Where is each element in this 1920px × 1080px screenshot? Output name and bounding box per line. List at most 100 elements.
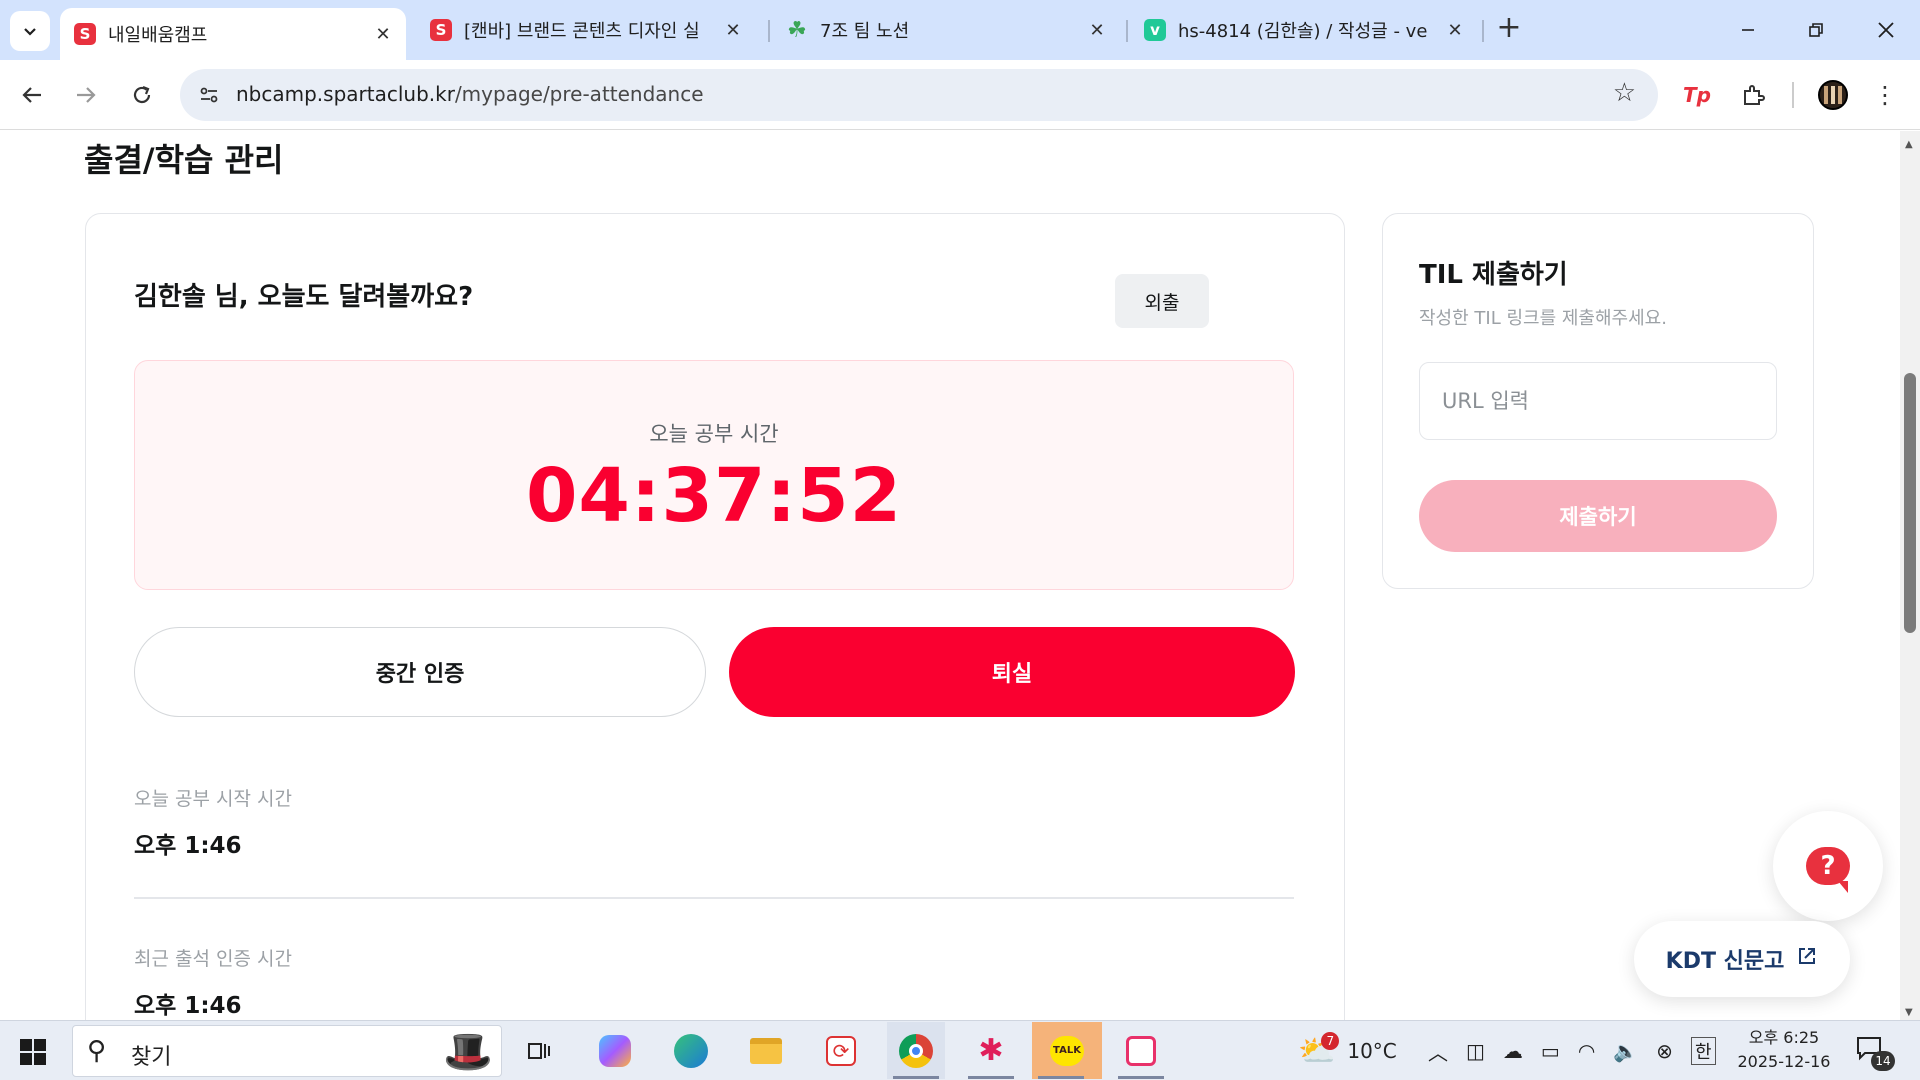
close-window-button[interactable] xyxy=(1856,8,1916,52)
recent-checkin-value: 오후 1:46 xyxy=(134,993,242,1019)
onedrive-off-icon[interactable]: ☁ xyxy=(1503,1039,1523,1063)
tab-notion[interactable]: ☘ 7조 팀 노션 ✕ xyxy=(772,8,1120,52)
extensions-puzzle-icon[interactable] xyxy=(1736,78,1770,112)
sparta-icon: S xyxy=(74,23,96,45)
page-content: 출결/학습 관리 김한솔 님, 오늘도 달려볼까요? 오늘 공부 시간 04:3… xyxy=(0,131,1900,1020)
chrome-icon[interactable] xyxy=(887,1022,945,1079)
new-tab-button[interactable]: + xyxy=(1494,13,1524,44)
mid-check-button[interactable]: 중간 인증 xyxy=(134,627,706,717)
external-link-icon xyxy=(1796,945,1818,973)
status-x-icon[interactable]: ⊗ xyxy=(1656,1039,1673,1063)
minimize-icon xyxy=(1742,29,1754,31)
scroll-up-icon[interactable]: ▲ xyxy=(1905,139,1913,150)
back-button[interactable] xyxy=(14,77,50,113)
clock-time: 오후 6:25 xyxy=(1748,1028,1820,1047)
reload-icon xyxy=(133,85,151,104)
windows-start-button[interactable] xyxy=(20,1039,46,1065)
clock-date: 2025-12-16 xyxy=(1737,1052,1831,1071)
sparta-icon: S xyxy=(430,19,452,41)
attendance-card: 김한솔 님, 오늘도 달려볼까요? 오늘 공부 시간 04:37:52 중간 인… xyxy=(85,213,1345,1020)
minimize-button[interactable] xyxy=(1718,8,1778,52)
url-domain: nbcamp.spartaclub.kr xyxy=(236,82,455,106)
toolbar-divider xyxy=(1792,82,1794,108)
til-submit-button[interactable]: 제출하기 xyxy=(1419,480,1777,552)
arrow-right-icon xyxy=(77,87,96,103)
search-highlight-image: 🎩 xyxy=(443,1029,493,1075)
tab-title: 7조 팀 노션 xyxy=(820,21,910,42)
tab-title: hs-4814 (김한솔) / 작성글 - ve xyxy=(1178,21,1428,42)
meet-now-icon[interactable]: ◫ xyxy=(1466,1039,1485,1063)
leave-button[interactable]: 퇴실 xyxy=(729,627,1295,717)
start-time-label: 오늘 공부 시작 시간 xyxy=(134,788,292,810)
weather-badge: 7 xyxy=(1321,1031,1340,1050)
tab-nbcamp[interactable]: S 내일배움캠프 ✕ xyxy=(60,8,406,60)
tab-title: [캔바] 브랜드 콘텐츠 디자인 실 xyxy=(464,21,700,42)
tab-close-icon[interactable]: ✕ xyxy=(720,17,746,43)
sync-app-icon[interactable]: ⟳ xyxy=(812,1022,870,1079)
reload-button[interactable] xyxy=(124,77,160,113)
page-scrollbar[interactable]: ▲ ▼ xyxy=(1900,131,1920,1020)
notification-center-button[interactable]: 14 xyxy=(1855,1035,1895,1071)
battery-icon[interactable]: ▭ xyxy=(1541,1039,1560,1063)
clover-icon: ☘ xyxy=(787,17,807,43)
section-divider xyxy=(134,897,1294,899)
weather-cloud-icon: ⛅ 7 xyxy=(1298,1031,1340,1069)
kdt-report-button[interactable]: KDT 신문고 xyxy=(1634,921,1850,997)
taskbar-search-box[interactable]: ⚲ 찾기 🎩 xyxy=(72,1025,502,1077)
address-bar[interactable]: nbcamp.spartaclub.kr/mypage/pre-attendan… xyxy=(180,69,1658,121)
site-info-icon[interactable] xyxy=(194,80,224,110)
taskbar-search-placeholder: 찾기 xyxy=(131,1045,172,1070)
timer-value: 04:37:52 xyxy=(525,453,903,539)
temperature-text: 10°C xyxy=(1347,1039,1397,1063)
task-view-icon[interactable] xyxy=(510,1022,568,1079)
help-chat-button[interactable]: ? xyxy=(1773,811,1883,921)
tab-close-icon[interactable]: ✕ xyxy=(1084,17,1110,43)
tab-velog[interactable]: v hs-4814 (김한솔) / 작성글 - ve ✕ xyxy=(1130,8,1478,52)
help-question-icon: ? xyxy=(1806,847,1850,893)
tab-search-button[interactable] xyxy=(10,11,50,51)
forward-button[interactable] xyxy=(68,77,104,113)
extension-tp-icon[interactable]: Tp xyxy=(1680,78,1714,112)
wifi-icon[interactable]: ◠ xyxy=(1578,1039,1595,1063)
timer-label: 오늘 공부 시간 xyxy=(649,422,779,446)
recent-checkin-label: 최근 출석 인증 시간 xyxy=(134,948,292,970)
close-icon xyxy=(1878,22,1894,38)
windows-taskbar: ⚲ 찾기 🎩 ⟳ ✱ TALK ⛅7 10°C ︿ ◫ ☁ ▭ ◠ 🔈 ⊗ 한 xyxy=(0,1020,1920,1080)
page-title: 출결/학습 관리 xyxy=(84,141,284,179)
tab-title: 내일배움캠프 xyxy=(108,25,208,46)
til-card: TIL 제출하기 작성한 TIL 링크를 제출해주세요. 제출하기 xyxy=(1382,213,1814,589)
search-icon: ⚲ xyxy=(87,1036,107,1066)
restore-button[interactable] xyxy=(1786,8,1846,52)
til-url-input[interactable] xyxy=(1419,362,1777,440)
arrow-left-icon xyxy=(22,87,41,103)
tab-separator xyxy=(768,20,770,42)
slack-icon[interactable]: ✱ xyxy=(962,1022,1020,1079)
greeting-text: 김한솔 님, 오늘도 달려볼까요? xyxy=(134,282,474,312)
volume-icon[interactable]: 🔈 xyxy=(1613,1039,1638,1063)
tab-canva[interactable]: S [캔바] 브랜드 콘텐츠 디자인 실 ✕ xyxy=(416,8,756,52)
system-tray: ︿ ◫ ☁ ▭ ◠ 🔈 ⊗ 한 xyxy=(1428,1021,1716,1080)
chevron-up-icon[interactable]: ︿ xyxy=(1428,1037,1448,1066)
copilot-icon[interactable] xyxy=(586,1022,644,1079)
velog-icon: v xyxy=(1144,19,1166,41)
tab-close-icon[interactable]: ✕ xyxy=(1442,17,1468,43)
outing-button[interactable]: 외출 xyxy=(1115,274,1209,328)
edge-icon[interactable] xyxy=(662,1022,720,1079)
kakaotalk-icon[interactable]: TALK xyxy=(1032,1022,1102,1079)
profile-avatar[interactable] xyxy=(1816,78,1850,112)
taskbar-clock[interactable]: 오후 6:25 2025-12-16 xyxy=(1735,1026,1833,1074)
tab-close-icon[interactable]: ✕ xyxy=(370,21,396,47)
bookmark-star-icon[interactable]: ☆ xyxy=(1613,78,1636,108)
ime-indicator[interactable]: 한 xyxy=(1690,1037,1716,1065)
tab-separator xyxy=(1482,20,1484,42)
scrollbar-thumb[interactable] xyxy=(1904,373,1916,633)
scroll-down-icon[interactable]: ▼ xyxy=(1905,1007,1913,1018)
file-explorer-icon[interactable] xyxy=(737,1022,795,1079)
restore-icon xyxy=(1809,23,1823,37)
kdt-label: KDT 신문고 xyxy=(1665,949,1785,974)
chrome-menu-icon[interactable]: ⋮ xyxy=(1868,78,1902,112)
weather-widget[interactable]: ⛅ 7 10°C xyxy=(1298,1021,1397,1080)
tab-separator xyxy=(1126,20,1128,42)
app-window-icon[interactable] xyxy=(1112,1022,1170,1079)
til-description: 작성한 TIL 링크를 제출해주세요. xyxy=(1419,308,1667,329)
